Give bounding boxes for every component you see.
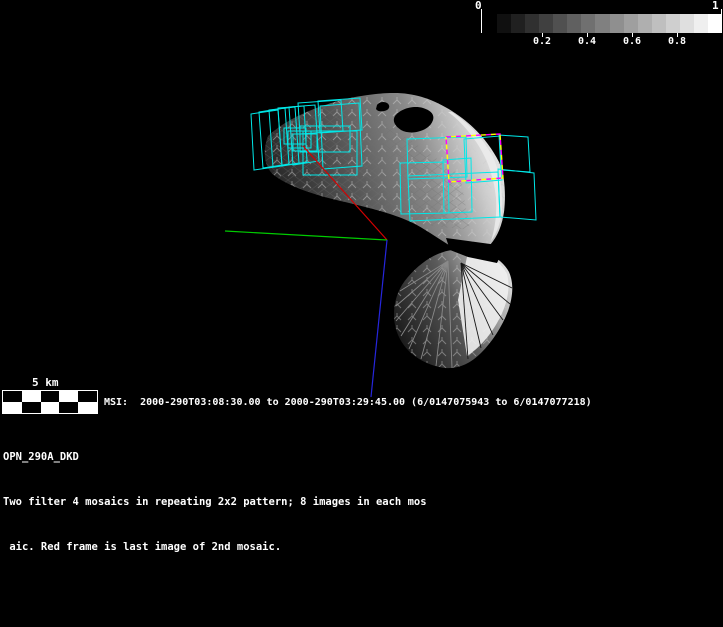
axis-green [224,230,388,241]
scale-bar-cell [40,402,60,413]
colorbar-max-label: 1 [712,0,719,12]
colorbar-step [679,14,694,33]
colorbar-step [651,14,666,33]
colorbar-step [497,14,512,33]
scale-bar-cell [21,391,41,402]
colorbar-step [665,14,680,33]
scale-bar [2,390,98,414]
sequence-description-line1: Two filter 4 mosaics in repeating 2x2 pa… [3,496,427,508]
scale-bar-cell [40,391,60,402]
scale-bar-label: 5 km [32,376,59,389]
colorbar-max-tick [721,9,722,33]
colorbar-step [581,14,596,33]
scale-bar-cell [21,402,41,413]
scale-bar-cell [3,391,22,402]
colorbar-step [623,14,638,33]
scale-bar-cell [3,402,22,413]
sequence-id: OPN_290A_DKD [3,451,79,463]
colorbar-step [511,14,526,33]
colorbar-step [693,14,708,33]
scale-bar-cell [78,402,97,413]
visualization-viewport: 0 1 0.2 0.4 0.6 0.8 5 km MSI: 2000-290T03:0… [0,0,723,627]
colorbar-step [525,14,540,33]
colorbar-step [609,14,624,33]
colorbar-step [567,14,582,33]
footprint-frame [498,134,531,173]
colorbar-step [553,14,568,33]
msi-time-range: MSI: 2000-290T03:08:30.00 to 2000-290T03… [104,397,592,408]
lobe-highlight [458,252,509,356]
colorbar-tick-label: 0.2 [532,36,552,47]
colorbar-tick-label: 0.4 [577,36,597,47]
colorbar-gradient [497,14,722,33]
axis-blue [370,239,388,398]
colorbar-step [707,14,722,33]
colorbar: 0 1 0.2 0.4 0.6 0.8 [0,0,723,55]
scale-bar-cell [78,391,97,402]
scale-bar-cell [59,402,79,413]
colorbar-tick-label: 0.8 [667,36,687,47]
scale-bar-cell [59,391,79,402]
colorbar-step [539,14,554,33]
colorbar-tick-label: 0.6 [622,36,642,47]
colorbar-step [595,14,610,33]
sequence-info: OPN_290A_DKD Two filter 4 mosaics in rep… [3,420,427,585]
colorbar-step [637,14,652,33]
colorbar-min-tick [481,9,482,33]
sequence-description-line2: aic. Red frame is last image of 2nd mosa… [3,541,282,553]
